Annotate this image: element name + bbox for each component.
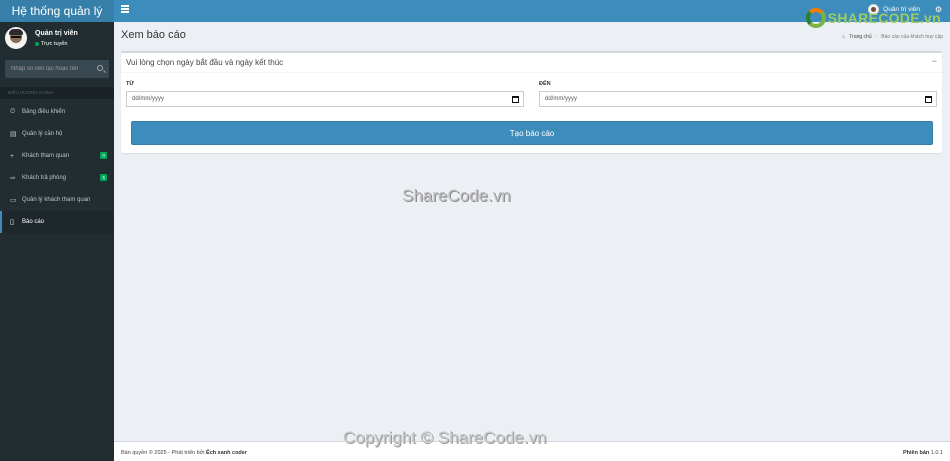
sidebar-toggle-icon[interactable] — [121, 5, 129, 13]
sidebar-item-apartments[interactable]: ▤ Quản lý căn hộ — [0, 123, 114, 145]
search-icon[interactable] — [97, 65, 103, 71]
home-icon: ⌂ — [842, 34, 846, 40]
breadcrumb-separator: › — [875, 34, 878, 40]
to-date-placeholder: dd/mm/yyyy — [545, 96, 578, 102]
logo-text: SHARECODE.vn — [827, 10, 941, 26]
sidebar-menu: ⏲ Bảng điều khiển ▤ Quản lý căn hộ + Khá… — [0, 101, 114, 233]
user-panel: Quản trị viên Trực tuyến — [0, 22, 114, 55]
divider — [121, 72, 942, 73]
logo-ring-icon — [805, 8, 826, 28]
from-date-input[interactable]: dd/mm/yyyy — [126, 91, 524, 107]
sidebar-item-label: Khách tham quan — [22, 153, 70, 159]
count-badge: 5 — [100, 174, 107, 181]
building-icon: ▤ — [10, 131, 17, 138]
watermark-bottom: Copyright © ShareCode.vn — [343, 428, 547, 447]
sidebar: Quản trị viên Trực tuyến ĐIỀU HƯỚNG CHÍN… — [0, 22, 114, 461]
copyright-text: Bản quyền © 2025 - Phát triển bởi — [121, 450, 205, 456]
sharecode-logo: SHARECODE.vn — [805, 8, 941, 28]
sidebar-item-visitors[interactable]: + Khách tham quan 0 — [0, 145, 114, 167]
sidebar-item-label: Quản lý khách tham quan — [22, 197, 91, 203]
breadcrumb-current: Báo cáo của khách truy cập — [881, 34, 943, 40]
breadcrumb-home[interactable]: Trang chủ — [849, 34, 871, 40]
sidebar-item-manage-visitors[interactable]: ▭ Quản lý khách tham quan — [0, 189, 114, 211]
sidebar-item-label: Khách trả phòng — [22, 175, 67, 181]
plus-icon: + — [10, 152, 15, 160]
dashboard-icon: ⏲ — [10, 108, 16, 115]
sidebar-section-header: ĐIỀU HƯỚNG CHÍNH — [0, 87, 114, 99]
report-box: Vui lòng chọn ngày bắt đầu và ngày kết t… — [121, 51, 942, 153]
from-label: TỪ — [126, 81, 134, 87]
sidebar-item-label: Quản lý căn hộ — [22, 131, 63, 137]
avatar — [5, 27, 27, 49]
version-number: 1.0.1 — [930, 450, 943, 456]
status-text: Trực tuyến — [41, 41, 68, 47]
sidebar-user-name: Quản trị viên — [35, 30, 78, 37]
breadcrumb: ⌂ Trang chủ › Báo cáo của khách truy cập — [842, 34, 943, 40]
author-name: Ếch xanh coder — [206, 450, 247, 456]
sidebar-search — [5, 60, 109, 78]
search-input[interactable] — [5, 60, 91, 78]
app-logo-title[interactable]: Hệ thống quản lý — [0, 0, 114, 22]
watermark-center: ShareCode.vn — [402, 186, 511, 205]
to-label: ĐẾN — [539, 81, 551, 87]
page-title: Xem báo cáo — [121, 29, 186, 41]
version-label: Phiên bản — [902, 450, 930, 456]
calendar-icon[interactable] — [925, 96, 932, 103]
sign-out-icon: ⇨ — [10, 175, 16, 182]
from-date-placeholder: dd/mm/yyyy — [132, 96, 165, 102]
box-title: Vui lòng chọn ngày bắt đầu và ngày kết t… — [126, 58, 284, 67]
footer-copyright: Bản quyền © 2025 - Phát triển bởi Ếch xa… — [121, 450, 247, 456]
collapse-icon[interactable]: − — [932, 56, 937, 66]
sidebar-item-label: Báo cáo — [22, 219, 45, 225]
sidebar-item-label: Bảng điều khiển — [22, 109, 66, 115]
sidebar-item-checkout[interactable]: ⇨ Khách trả phòng 5 — [0, 167, 114, 189]
create-report-button[interactable]: Tạo báo cáo — [131, 121, 933, 145]
online-dot-icon — [35, 42, 39, 46]
sidebar-item-reports[interactable]: ▯ Báo cáo — [0, 211, 114, 233]
sidebar-item-dashboard[interactable]: ⏲ Bảng điều khiển — [0, 101, 114, 123]
calendar-icon[interactable] — [512, 96, 519, 103]
file-icon: ▯ — [10, 219, 14, 226]
count-badge: 0 — [100, 152, 107, 159]
id-card-icon: ▭ — [10, 197, 17, 204]
footer-version: Phiên bản 1.0.1 — [903, 450, 943, 456]
to-date-input[interactable]: dd/mm/yyyy — [539, 91, 937, 107]
status-badge: Trực tuyến — [35, 41, 67, 47]
